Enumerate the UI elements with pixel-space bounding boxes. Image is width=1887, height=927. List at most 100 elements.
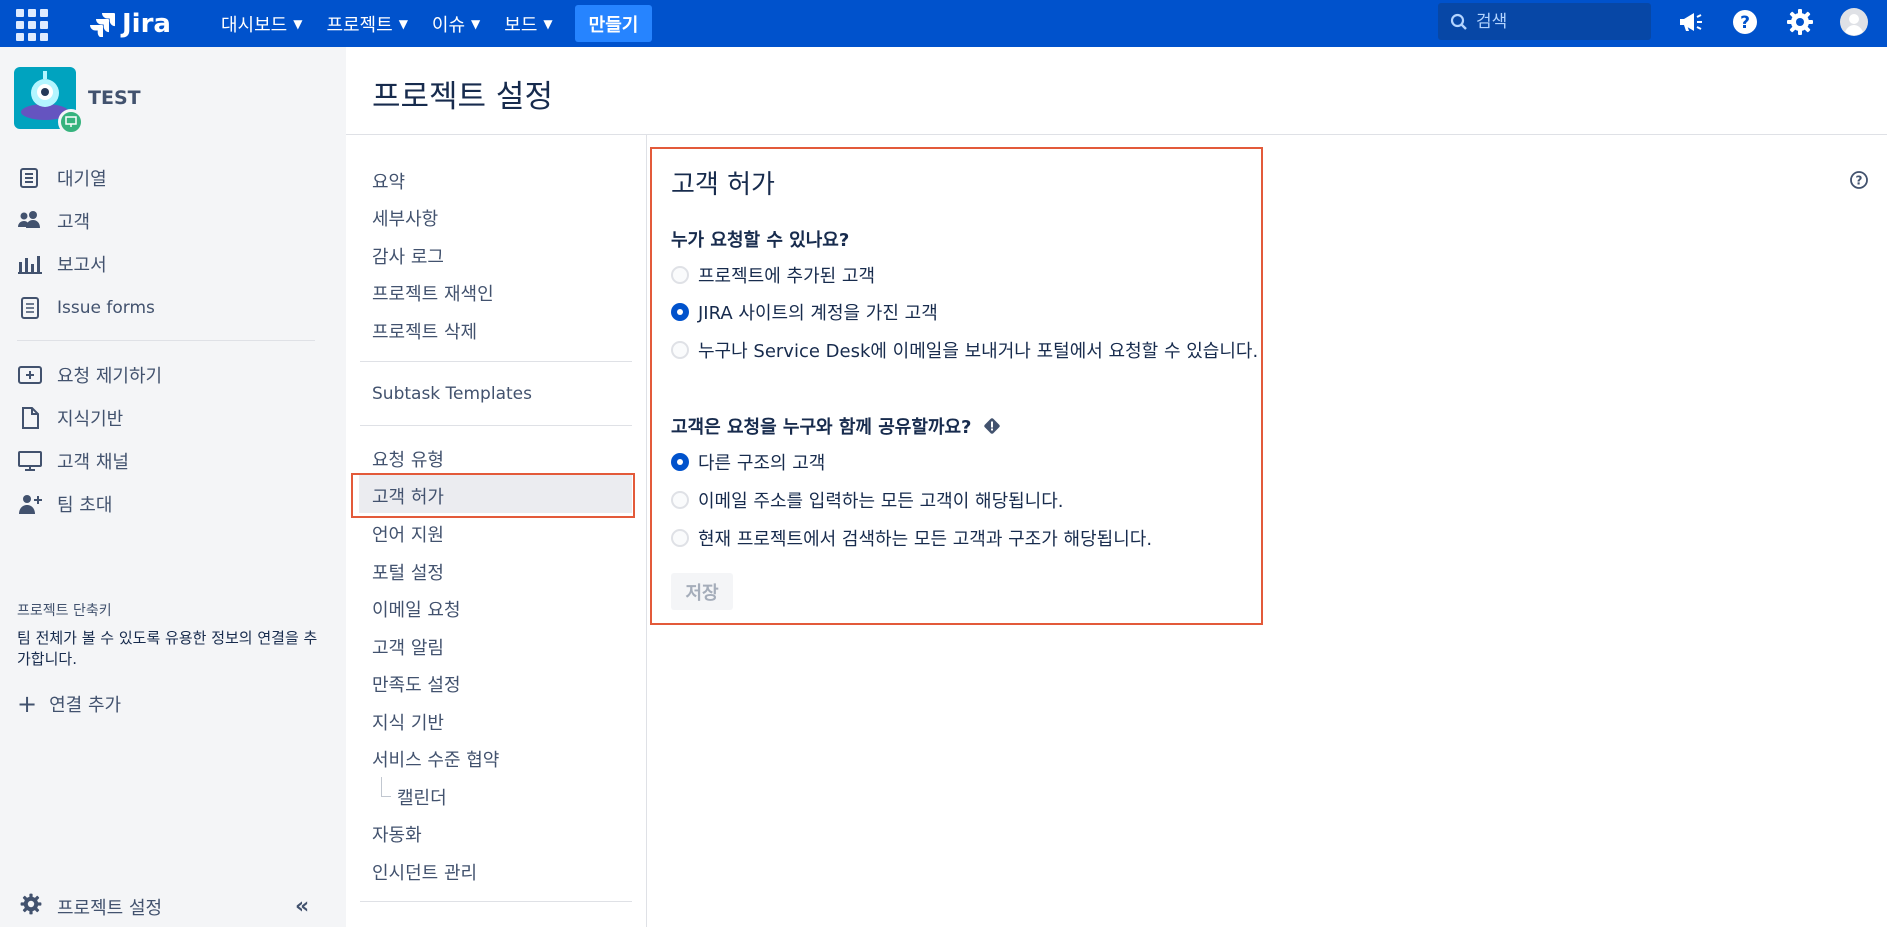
radio-button-checked[interactable]	[671, 303, 689, 321]
radio-option-anyone[interactable]: 누구나 Service Desk에 이메일을 보내거나 포털에서 요청할 수 있…	[671, 337, 1258, 363]
nav-projects[interactable]: 프로젝트 ▼	[326, 11, 407, 37]
chevron-down-icon: ▼	[398, 16, 408, 31]
settings-gear-icon[interactable]	[1784, 6, 1816, 38]
plus-icon: +	[17, 690, 38, 718]
jira-logo-icon	[90, 12, 115, 37]
top-navigation: Jira 대시보드 ▼ 프로젝트 ▼ 이슈 ▼ 보드 ▼ 만들기 검색 ?	[0, 0, 1887, 47]
radio-label: JIRA 사이트의 계정을 가진 고객	[698, 303, 938, 324]
radio-button[interactable]	[671, 266, 689, 284]
sidebar-project-settings[interactable]: 프로젝트 설정	[19, 892, 162, 921]
invite-team-icon	[17, 491, 43, 517]
add-link-label: 연결 추가	[49, 695, 122, 716]
radio-option-search-project[interactable]: 현재 프로젝트에서 검색하는 모든 고객과 구조가 해당됩니다.	[671, 525, 1152, 551]
nav-issues[interactable]: 이슈 ▼	[432, 11, 480, 37]
logo-text: Jira	[122, 8, 171, 39]
project-name: TEST	[88, 87, 141, 109]
radio-label: 현재 프로젝트에서 검색하는 모든 고객과 구조가 해당됩니다.	[698, 529, 1153, 550]
add-link-button[interactable]: + 연결 추가	[17, 690, 121, 718]
save-button[interactable]: 저장	[671, 573, 733, 610]
settings-nav-reindex[interactable]: 프로젝트 재색인	[372, 280, 494, 306]
sidebar-item-raise-request[interactable]: 요청 제기하기	[17, 362, 162, 388]
nav-boards[interactable]: 보드 ▼	[504, 11, 552, 37]
service-desk-badge-icon	[58, 109, 84, 135]
svg-text:?: ?	[1740, 13, 1750, 33]
settings-nav-email-requests[interactable]: 이메일 요청	[372, 596, 461, 622]
sidebar-item-reports[interactable]: 보고서	[17, 251, 107, 277]
radio-option-any-email[interactable]: 이메일 주소를 입력하는 모든 고객이 해당됩니다.	[671, 487, 1064, 513]
settings-nav-knowledge-base[interactable]: 지식 기반	[372, 709, 444, 735]
radio-option-account-customers[interactable]: JIRA 사이트의 계정을 가진 고객	[671, 299, 938, 325]
settings-nav-incident-management[interactable]: 인시던트 관리	[372, 859, 477, 885]
raise-request-icon	[17, 362, 43, 388]
header-divider	[346, 134, 1887, 135]
nav-projects-label: 프로젝트	[326, 14, 393, 36]
app-switcher-icon[interactable]	[14, 7, 48, 41]
queue-icon	[17, 165, 43, 191]
knowledge-base-icon	[17, 405, 43, 431]
question-label: 누가 요청할 수 있나요?	[671, 230, 850, 251]
settings-nav-separator	[646, 135, 647, 927]
sidebar-item-issue-forms[interactable]: Issue forms	[17, 295, 155, 321]
sidebar-item-label: 팀 초대	[57, 495, 113, 516]
project-header[interactable]: TEST	[14, 67, 141, 135]
jira-logo[interactable]: Jira	[90, 9, 171, 39]
search-box[interactable]	[1438, 3, 1651, 40]
nav-issues-label: 이슈	[431, 14, 466, 36]
settings-nav-language-support[interactable]: 언어 지원	[372, 521, 444, 547]
radio-label: 다른 구조의 고객	[698, 453, 826, 474]
permissions-panel-highlight	[650, 147, 1263, 625]
radio-button[interactable]	[671, 341, 689, 359]
settings-nav-sla[interactable]: 서비스 수준 협약	[372, 746, 499, 772]
collapse-sidebar-icon[interactable]: «	[295, 894, 309, 919]
chevron-down-icon: ▼	[543, 16, 553, 31]
question-label: 고객은 요청을 누구와 함께 공유할까요?	[671, 417, 972, 438]
settings-nav-portal-settings[interactable]: 포털 설정	[372, 559, 444, 585]
question-who-can-raise: 누가 요청할 수 있나요?	[671, 226, 849, 252]
nav-dashboards[interactable]: 대시보드 ▼	[221, 11, 302, 37]
customers-icon	[17, 208, 43, 234]
nav-dashboards-label: 대시보드	[220, 14, 288, 36]
radio-button[interactable]	[671, 491, 689, 509]
settings-nav-delete[interactable]: 프로젝트 삭제	[372, 318, 477, 344]
project-avatar	[14, 67, 84, 135]
settings-nav-audit-log[interactable]: 감사 로그	[372, 243, 444, 269]
shortcuts-heading: 프로젝트 단축키	[17, 603, 112, 619]
radio-option-added-customers[interactable]: 프로젝트에 추가된 고객	[671, 262, 875, 288]
radio-option-other-organizations[interactable]: 다른 구조의 고객	[671, 449, 825, 475]
settings-nav-summary[interactable]: 요약	[372, 168, 405, 194]
announcement-icon[interactable]	[1674, 6, 1706, 38]
help-circle-icon[interactable]: ?	[1849, 170, 1869, 194]
settings-nav-satisfaction[interactable]: 만족도 설정	[372, 671, 461, 697]
radio-button[interactable]	[671, 529, 689, 547]
sidebar-divider	[17, 340, 315, 341]
sidebar-item-knowledge-base[interactable]: 지식기반	[17, 405, 123, 431]
page-title: 프로젝트 설정	[372, 79, 553, 115]
search-input[interactable]	[1476, 11, 1626, 32]
sub-item-connector	[381, 777, 391, 797]
sidebar-item-label: 고객	[57, 212, 91, 233]
settings-nav-details[interactable]: 세부사항	[372, 205, 438, 231]
settings-nav-divider	[360, 361, 632, 362]
svg-text:?: ?	[1856, 174, 1863, 188]
settings-nav-subtask-templates[interactable]: Subtask Templates	[372, 384, 532, 404]
sidebar-item-invite-team[interactable]: 팀 초대	[17, 491, 112, 517]
sidebar-item-label: Issue forms	[57, 298, 155, 318]
warning-icon[interactable]	[983, 417, 1001, 435]
sidebar-item-customers[interactable]: 고객	[17, 208, 90, 234]
nav-boards-label: 보드	[504, 14, 538, 36]
help-icon[interactable]: ?	[1729, 6, 1761, 38]
settings-nav-automation[interactable]: 자동화	[372, 821, 422, 847]
settings-nav-request-types[interactable]: 요청 유형	[372, 446, 444, 472]
create-button[interactable]: 만들기	[574, 5, 653, 42]
settings-nav-customer-permissions[interactable]: 고객 허가	[372, 483, 444, 509]
settings-nav-divider	[360, 901, 632, 902]
forms-icon	[17, 295, 43, 321]
settings-nav-calendars[interactable]: 캘린더	[397, 784, 447, 810]
user-avatar[interactable]	[1838, 6, 1870, 38]
radio-button-checked[interactable]	[671, 453, 689, 471]
sidebar-item-channels[interactable]: 고객 채널	[17, 448, 129, 474]
sidebar-item-label: 지식기반	[57, 409, 124, 430]
sidebar-item-queues[interactable]: 대기열	[17, 165, 107, 191]
search-icon	[1450, 13, 1467, 30]
settings-nav-customer-notifications[interactable]: 고객 알림	[372, 634, 444, 660]
